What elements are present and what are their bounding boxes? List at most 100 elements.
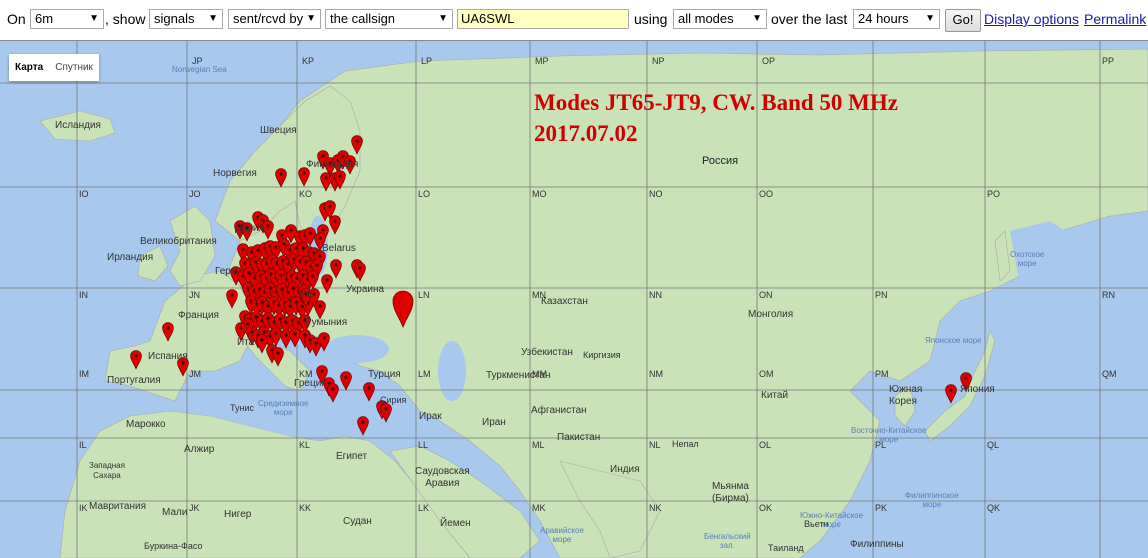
grid-square-label: PK (875, 503, 888, 513)
show-value: signals (154, 11, 195, 26)
label-mauritania: Мавритания (89, 501, 147, 512)
spot-marker (327, 383, 339, 403)
grid-square-label: OP (762, 56, 776, 66)
grid-square-label: KO (299, 189, 313, 199)
label-finland: Финляндия (306, 159, 359, 170)
caspian-sea (438, 341, 466, 401)
label-ireland: Ирландия (107, 252, 154, 263)
label-romania: Румыния (305, 317, 348, 328)
grid-square-label: ML (532, 440, 545, 450)
label-iran: Иран (482, 417, 506, 428)
target-select[interactable]: the callsign ▼ (325, 9, 453, 29)
label-saudi-arabia: Саудовская Аравия (415, 466, 470, 489)
spot-marker (945, 384, 957, 404)
grid-square-label: NK (649, 503, 662, 513)
label-mongolia: Монголия (748, 309, 794, 320)
permalink-link[interactable]: Permalink (1084, 9, 1146, 29)
chevron-down-icon: ▼ (208, 13, 218, 24)
label-india: Индия (610, 464, 640, 475)
grid-square-label: NO (649, 189, 663, 199)
grid-square-label: OO (759, 189, 774, 199)
spot-marker (357, 416, 369, 436)
label-norway: Норвегия (213, 168, 257, 179)
map-type-map-button[interactable]: Карта (9, 54, 49, 81)
grid-square-label: LL (418, 440, 429, 450)
grid-square-label: PP (1102, 56, 1115, 66)
grid-square-label: KL (299, 440, 311, 450)
grid-square-label: OM (759, 369, 774, 379)
chevron-down-icon: ▼ (752, 13, 762, 24)
grid-square-label: LN (418, 290, 430, 300)
label-russia: Россия (702, 155, 739, 167)
grid-square-label: JM (189, 369, 201, 379)
grid-square-label: OL (759, 440, 772, 450)
map-type-control[interactable]: Карта Спутник (9, 54, 99, 81)
map-type-satellite-button[interactable]: Спутник (49, 54, 99, 81)
grid-square-label: LK (418, 503, 430, 513)
grid-square-label: KK (299, 503, 312, 513)
map[interactable]: Карта Спутник Modes JT65-JT9, CW. Band 5… (0, 41, 1148, 558)
period-value: 24 hours (858, 11, 909, 26)
grid-square-label: IO (79, 189, 89, 199)
land-africa (59, 410, 471, 558)
direction-select[interactable]: sent/rcvd by ▼ (228, 9, 321, 29)
label-syria: Сирия (380, 395, 407, 405)
grid-square-label: NN (649, 290, 662, 300)
go-button[interactable]: Go! (945, 9, 981, 32)
target-value: the callsign (330, 11, 396, 26)
label-uk: Великобритания (140, 236, 217, 247)
grid-square-label: IM (79, 369, 89, 379)
grid-square-label: MP (535, 56, 549, 66)
modes-select[interactable]: all modes ▼ (673, 9, 767, 29)
label-uzbekistan: Узбекистан (521, 347, 573, 358)
grid-square-label: QK (987, 503, 1001, 513)
show-select[interactable]: signals ▼ (149, 9, 223, 29)
label-western-sahara: Западная Сахара (89, 461, 125, 480)
label-france: Франция (178, 310, 219, 321)
label-tunisia: Тунис (230, 403, 254, 413)
label-bay-of-bengal: Бенгальский зал. (704, 532, 751, 550)
label-kyrgyzstan: Киргизия (583, 350, 621, 360)
period-select[interactable]: 24 hours ▼ (853, 9, 940, 29)
modes-value: all modes (678, 11, 734, 26)
grid-square-label: LM (418, 369, 431, 379)
callsign-input[interactable]: UA6SWL (457, 9, 629, 29)
label-iraq: Ирак (419, 411, 442, 422)
black-sea (325, 335, 389, 363)
label-sweden: Швеция (260, 125, 297, 136)
label-philippines: Филиппины (850, 539, 904, 550)
grid-square-label: MK (532, 503, 546, 513)
label-south-china-sea: Южно-Китайское море (800, 511, 864, 529)
label-pakistan: Пакистан (557, 432, 601, 443)
chevron-down-icon: ▼ (89, 13, 99, 24)
grid-square-label: MO (532, 189, 547, 199)
grid-square-label: LO (418, 189, 431, 199)
chevron-down-icon: ▼ (925, 13, 935, 24)
label-south-korea: Южная Корея (889, 384, 923, 407)
label-thailand: Таиланд (768, 543, 804, 553)
direction-value: sent/rcvd by (233, 11, 304, 26)
grid-square-label: JN (189, 290, 200, 300)
using-label: using (634, 11, 668, 27)
display-options-link[interactable]: Display options (984, 9, 1079, 29)
grid-square-label: IN (79, 290, 88, 300)
label-spain: Испания (148, 351, 188, 362)
label-germany: Герм (215, 266, 238, 277)
label-turkey: Турция (368, 369, 401, 380)
band-select[interactable]: 6m ▼ (30, 9, 104, 29)
label-nepal: Непал (672, 439, 699, 449)
label-china: Китай (761, 390, 789, 401)
toolbar: On 6m ▼ , show signals ▼ sent/rcvd by ▼ … (0, 0, 1148, 41)
grid-square-label: QL (987, 440, 1000, 450)
label-turkmenistan: Туркменистан (486, 370, 551, 381)
label-myanmar: Мьянма (Бирма) (712, 481, 749, 504)
grid-square-label: LP (421, 56, 433, 66)
label-morocco: Марокко (126, 419, 166, 430)
label-mali: Мали (162, 507, 188, 518)
label-algeria: Алжир (184, 444, 215, 455)
grid-square-label: KP (302, 56, 315, 66)
grid-square-label: JO (189, 189, 201, 199)
grid-square-label: IL (79, 440, 87, 450)
label-sea-of-okhotsk: Охотское море (1010, 250, 1045, 268)
grid-square-label: QM (1102, 369, 1117, 379)
